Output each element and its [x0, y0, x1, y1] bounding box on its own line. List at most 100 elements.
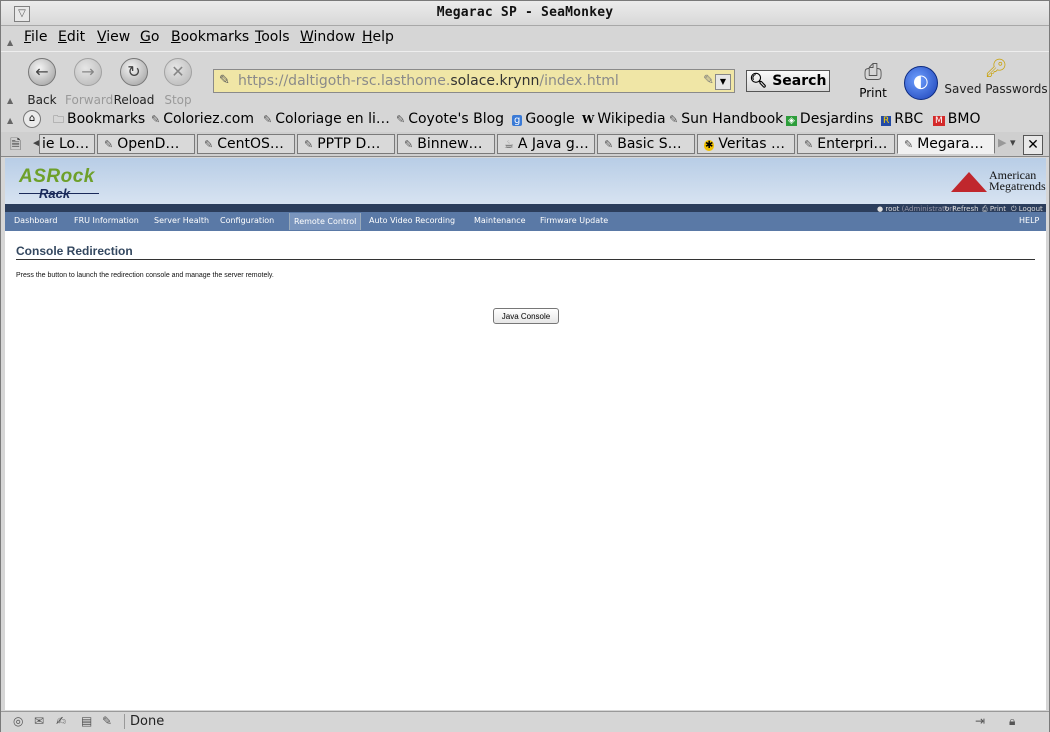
- tab-10-active[interactable]: ✎ Megara…: [897, 134, 995, 154]
- tab-1[interactable]: ie Lo…: [39, 134, 95, 154]
- menu-go[interactable]: Go: [140, 29, 159, 45]
- ami-logo-icon: [951, 172, 987, 192]
- print-button[interactable]: ⎙ Print: [853, 60, 893, 100]
- bookmark-coyotes-blog[interactable]: ✎ Coyote's Blog: [396, 111, 504, 127]
- title-bar: ▽ Megarac SP - SeaMonkey: [1, 1, 1049, 26]
- chat-icon[interactable]: ✎: [102, 714, 112, 728]
- bookmark-icon: ✎: [904, 138, 914, 151]
- bookmark-desjardins[interactable]: ◈ Desjardins: [786, 111, 874, 127]
- back-arrow-icon: ←: [28, 58, 56, 86]
- tab-9[interactable]: ✎ Enterpri…: [797, 134, 895, 154]
- menu-tools[interactable]: Tools: [255, 29, 290, 45]
- wikipedia-icon: W: [582, 113, 595, 126]
- address-book-icon[interactable]: ▤: [81, 714, 92, 728]
- bookmark-icon: ✎: [204, 138, 214, 151]
- main-nav: Dashboard FRU Information Server Health …: [5, 212, 1046, 231]
- online-status-icon[interactable]: ⇥: [975, 714, 985, 728]
- bookmark-icon: ✎: [804, 138, 814, 151]
- tab-8[interactable]: ✱ Veritas …: [697, 134, 795, 154]
- veritas-icon: ✱: [704, 140, 715, 151]
- bookmark-coloriez[interactable]: ✎ Coloriez.com: [151, 111, 254, 127]
- bookbar-grip-icon[interactable]: ▲: [7, 116, 15, 125]
- tab-7[interactable]: ✎ Basic S…: [597, 134, 695, 154]
- tab-bar: 🗎 ◀ ie Lo… ✎ OpenD… ✎ CentOS… ✎ PPTP D… ✎ Bi…: [1, 132, 1049, 157]
- bookmark-rbc[interactable]: R RBC: [881, 111, 923, 127]
- menu-bookmarks[interactable]: Bookmarks: [171, 29, 249, 45]
- bmo-icon: M: [933, 116, 945, 126]
- tab-2[interactable]: ✎ OpenD…: [97, 134, 195, 154]
- close-tab-icon[interactable]: ✕: [1023, 135, 1043, 155]
- bookmark-icon: ✎: [151, 113, 161, 126]
- tab-list-icon[interactable]: ▾: [1010, 136, 1016, 149]
- bookmarks-toolbar: ▲ 🗀 Bookmarks ✎ Coloriez.com ✎ Coloriage en…: [1, 109, 1049, 131]
- mail-icon[interactable]: ✉: [34, 714, 44, 728]
- nav-server-health[interactable]: Server Health: [154, 216, 209, 225]
- bookmark-icon: ✎: [104, 138, 114, 151]
- tab-6[interactable]: ☕ A Java g…: [497, 134, 595, 154]
- bookmarks-menu[interactable]: 🗀 Bookmarks: [53, 111, 145, 130]
- reload-button[interactable]: ↻ Reload: [111, 58, 157, 107]
- java-console-button[interactable]: Java Console: [493, 308, 559, 324]
- nav-dashboard[interactable]: Dashboard: [14, 216, 57, 225]
- search-button[interactable]: 🔍︎ Search: [746, 70, 830, 92]
- tab-3[interactable]: ✎ CentOS…: [197, 134, 295, 154]
- home-icon[interactable]: ⌂: [23, 110, 41, 128]
- java-icon: ☕: [504, 138, 514, 151]
- page-proxy-icon[interactable]: ✎: [219, 73, 230, 88]
- page-description: Press the button to launch the redirecti…: [16, 272, 274, 279]
- bookmark-icon: ✎: [669, 113, 679, 126]
- bookmark-sun-handbook[interactable]: ✎ Sun Handbook: [669, 111, 783, 127]
- bookmark-bmo[interactable]: M BMO: [933, 111, 980, 127]
- window-title: Megarac SP - SeaMonkey: [436, 5, 614, 20]
- nav-remote-control[interactable]: Remote Control: [289, 213, 362, 230]
- menubar-grip-icon[interactable]: ▲: [7, 38, 15, 47]
- url-bar[interactable]: ✎ https://daltigoth-rsc.lasthome.solace.…: [213, 69, 735, 93]
- nav-configuration[interactable]: Configuration: [220, 216, 274, 225]
- new-tab-icon[interactable]: 🗎: [10, 134, 21, 158]
- rack-logo: Rack: [39, 186, 71, 201]
- bookmark-icon: ✎: [604, 138, 614, 151]
- nav-auto-video-recording[interactable]: Auto Video Recording: [369, 216, 455, 225]
- nav-maintenance[interactable]: Maintenance: [474, 216, 526, 225]
- stop-icon: ✕: [164, 58, 192, 86]
- google-icon: g: [512, 115, 523, 126]
- menu-edit[interactable]: Edit: [58, 29, 85, 45]
- back-button[interactable]: ← Back: [19, 58, 65, 107]
- stop-button[interactable]: ✕ Stop: [155, 58, 201, 107]
- composer-icon[interactable]: ✍: [56, 714, 66, 728]
- nav-help[interactable]: HELP: [1019, 216, 1039, 225]
- ami-logo-text: American Megatrends: [989, 168, 1046, 193]
- navbar-grip-icon[interactable]: ▲: [7, 96, 15, 105]
- lock-icon[interactable]: 🔒︎: [1009, 714, 1015, 729]
- tab-5[interactable]: ✎ Binnew…: [397, 134, 495, 154]
- url-dropdown-icon[interactable]: ▼: [715, 74, 731, 90]
- nav-fru-information[interactable]: FRU Information: [74, 216, 139, 225]
- nav-firmware-update[interactable]: Firmware Update: [540, 216, 608, 225]
- bookmark-coloriage[interactable]: ✎ Coloriage en li…: [263, 111, 390, 127]
- menu-view[interactable]: View: [97, 29, 130, 45]
- browser-window: ▽ Megarac SP - SeaMonkey ▲ File Edit Vie…: [0, 0, 1050, 732]
- saved-passwords-button[interactable]: 🔑︎ Saved Passwords: [944, 56, 1048, 96]
- bookmark-google[interactable]: g Google: [512, 111, 575, 127]
- url-text[interactable]: https://daltigoth-rsc.lasthome.solace.kr…: [238, 73, 619, 89]
- navigator-icon[interactable]: ◎: [13, 714, 23, 728]
- navigation-toolbar: ▲ ← Back → Forward ↻ Reload ✕ Stop ✎ htt…: [1, 51, 1049, 110]
- page-title: Console Redirection: [16, 244, 133, 258]
- rbc-icon: R: [881, 116, 892, 126]
- bookmark-wikipedia[interactable]: W Wikipedia: [582, 111, 666, 127]
- reload-icon: ↻: [120, 58, 148, 86]
- tab-scroll-right-icon[interactable]: ▶: [998, 136, 1006, 149]
- desjardins-icon: ◈: [786, 116, 797, 126]
- seamonkey-logo-icon[interactable]: ◐: [904, 66, 938, 100]
- asrock-logo: ASRock: [19, 166, 95, 187]
- tab-4[interactable]: ✎ PPTP D…: [297, 134, 395, 154]
- forward-button[interactable]: → Forward: [65, 58, 113, 107]
- printer-icon: ⎙: [864, 60, 882, 85]
- title-divider: [16, 259, 1035, 260]
- bookmark-icon: ✎: [263, 113, 273, 126]
- menu-help[interactable]: Help: [362, 29, 394, 45]
- status-bar: ◎ ✉ ✍ ▤ ✎ Done ⇥ 🔒︎: [1, 711, 1049, 732]
- menu-bar: ▲ File Edit View Go Bookmarks Tools Wind…: [1, 26, 1049, 50]
- menu-file[interactable]: File: [24, 29, 47, 45]
- menu-window[interactable]: Window: [300, 29, 355, 45]
